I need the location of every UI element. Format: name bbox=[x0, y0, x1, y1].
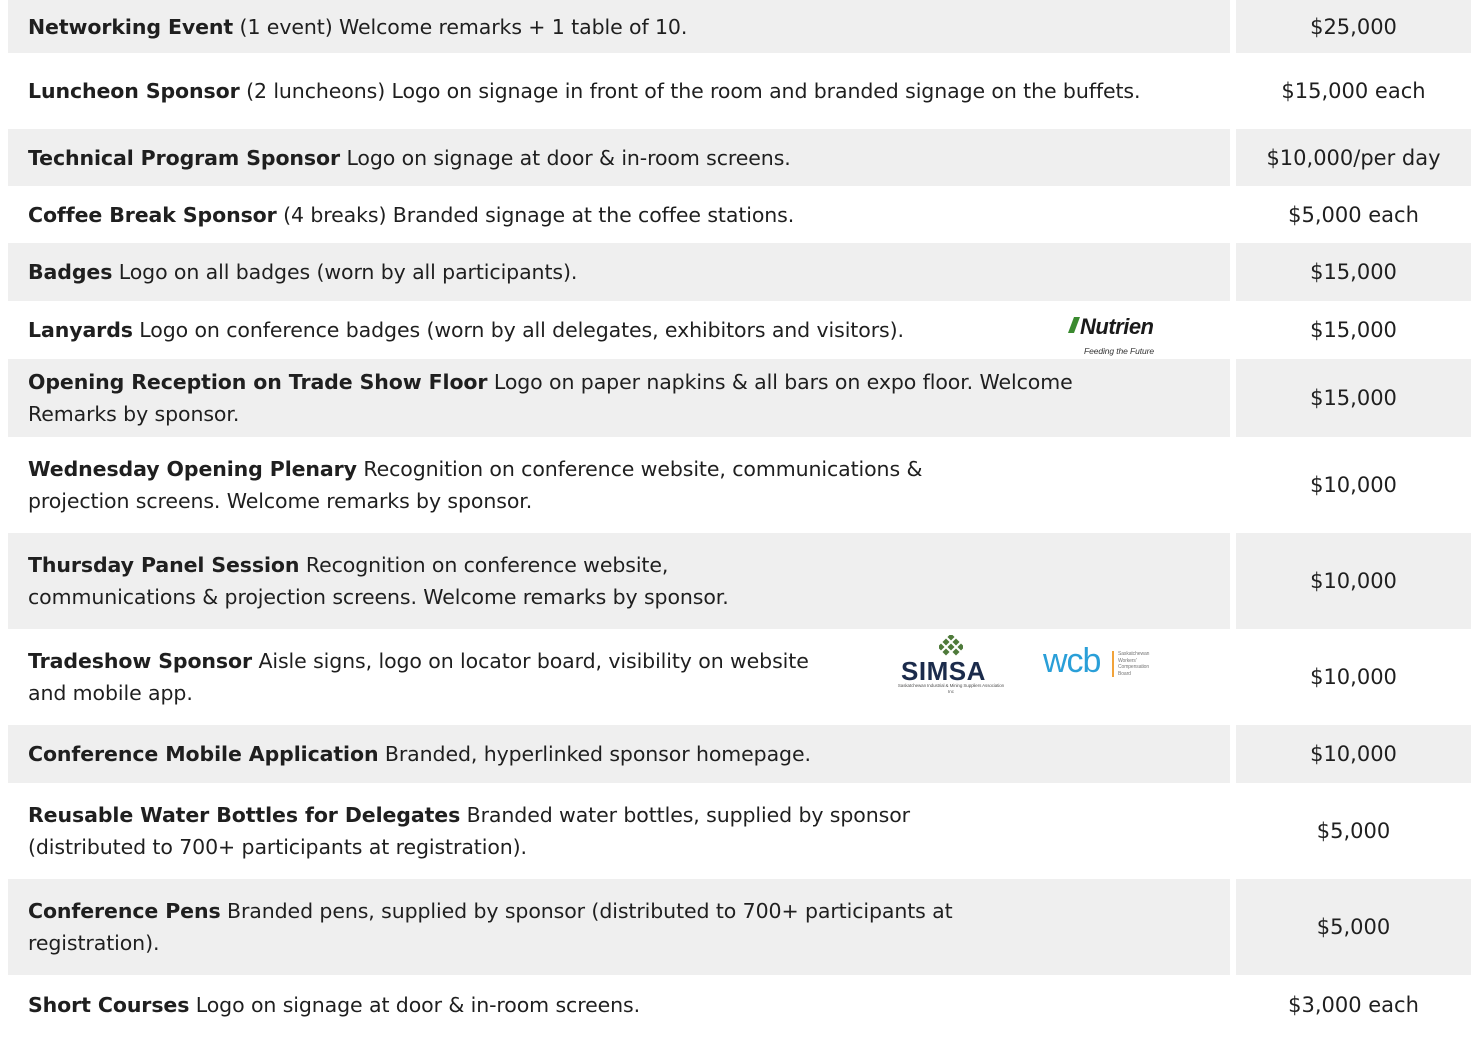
sponsorship-title: Tradeshow Sponsor bbox=[28, 649, 253, 673]
sponsorship-price: $5,000 bbox=[1316, 819, 1391, 843]
sponsorship-description-cell: Badges Logo on all badges (worn by all p… bbox=[8, 243, 1230, 301]
sponsorship-details: Logo on signage at door & in-room screen… bbox=[346, 145, 791, 170]
table-row: Opening Reception on Trade Show Floor Lo… bbox=[8, 359, 1471, 437]
sponsorship-price: $15,000 each bbox=[1281, 79, 1426, 103]
sponsorship-description-cell: Coffee Break Sponsor (4 breaks) Branded … bbox=[8, 186, 1230, 243]
simsa-diamond-icon bbox=[939, 635, 963, 656]
sponsorship-price: $10,000 bbox=[1236, 533, 1471, 629]
sponsorship-details: Logo on conference badges (worn by all d… bbox=[139, 318, 904, 342]
sponsorship-title: Opening Reception on Trade Show Floor bbox=[28, 370, 488, 394]
sponsorship-text: Technical Program Sponsor Logo on signag… bbox=[28, 142, 791, 174]
sponsorship-details: (2 luncheons) Logo on signage in front o… bbox=[246, 79, 1141, 103]
sponsorship-description-cell: Luncheon Sponsor (2 luncheons) Logo on s… bbox=[8, 53, 1230, 129]
sponsorship-title: Thursday Panel Session bbox=[28, 553, 300, 577]
sponsorship-text: Short Courses Logo on signage at door & … bbox=[28, 989, 640, 1021]
sponsorship-title: Reusable Water Bottles for Delegates bbox=[28, 803, 461, 827]
sponsorship-text: Wednesday Opening Plenary Recognition on… bbox=[28, 453, 1008, 517]
table-row: Wednesday Opening Plenary Recognition on… bbox=[8, 437, 1471, 533]
sponsorship-description-cell: Tradeshow Sponsor Aisle signs, logo on l… bbox=[8, 629, 1230, 725]
sponsorship-price: $15,000 bbox=[1236, 359, 1471, 437]
sponsorship-title: Lanyards bbox=[28, 318, 133, 342]
sponsorship-text: Opening Reception on Trade Show Floor Lo… bbox=[28, 366, 1108, 430]
sponsorship-text: Lanyards Logo on conference badges (worn… bbox=[28, 314, 904, 346]
wcb-logo: wcb Saskatchewan Workers' Compensation Bo… bbox=[1043, 642, 1163, 687]
simsa-subtitle: Saskatchewan Industrial & Mining Supplie… bbox=[897, 683, 1005, 694]
sponsorship-details: Logo on signage at door & in-room screen… bbox=[195, 993, 641, 1017]
table-row: Networking Event (1 event) Welcome remar… bbox=[8, 0, 1471, 53]
sponsorship-title: Conference Mobile Application bbox=[28, 742, 379, 766]
table-row: Conference Pens Branded pens, supplied b… bbox=[8, 879, 1471, 975]
table-row: Conference Mobile Application Branded, h… bbox=[8, 725, 1471, 783]
sponsorship-title: Networking Event bbox=[28, 14, 234, 39]
table-row: Tradeshow Sponsor Aisle signs, logo on l… bbox=[8, 629, 1471, 725]
wcb-wordmark: wcb bbox=[1043, 642, 1101, 680]
sponsorship-description-cell: Conference Pens Branded pens, supplied b… bbox=[8, 879, 1230, 975]
sponsorship-title: Luncheon Sponsor bbox=[28, 79, 240, 103]
sponsorship-title: Badges bbox=[28, 260, 113, 284]
sponsorship-price: $10,000 bbox=[1236, 725, 1471, 783]
sponsorship-description-cell: Reusable Water Bottles for Delegates Bra… bbox=[8, 783, 1230, 879]
table-row: Lanyards Logo on conference badges (worn… bbox=[8, 301, 1471, 359]
table-row: Thursday Panel Session Recognition on co… bbox=[8, 533, 1471, 629]
wcb-divider bbox=[1112, 651, 1114, 677]
sponsorship-price: $15,000 bbox=[1236, 243, 1471, 301]
sponsorship-text: Networking Event (1 event) Welcome remar… bbox=[28, 11, 687, 43]
sponsorship-details: (4 breaks) Branded signage at the coffee… bbox=[283, 202, 795, 227]
sponsorship-title: Short Courses bbox=[28, 993, 190, 1017]
sponsorship-text: Conference Mobile Application Branded, h… bbox=[28, 738, 811, 770]
sponsorship-price: $5,000 bbox=[1236, 879, 1471, 975]
sponsorship-price: $10,000/per day bbox=[1236, 129, 1471, 186]
sponsorship-price: $10,000 bbox=[1310, 665, 1397, 689]
sponsorship-description-cell: Conference Mobile Application Branded, h… bbox=[8, 725, 1230, 783]
sponsorship-title: Coffee Break Sponsor bbox=[28, 202, 277, 227]
sponsorship-table: Networking Event (1 event) Welcome remar… bbox=[8, 0, 1471, 1035]
table-row: Technical Program Sponsor Logo on signag… bbox=[8, 129, 1471, 186]
sponsorship-title: Wednesday Opening Plenary bbox=[28, 457, 357, 481]
sponsorship-details: (1 event) Welcome remarks + 1 table of 1… bbox=[239, 14, 688, 39]
sponsorship-text: Coffee Break Sponsor (4 breaks) Branded … bbox=[28, 199, 794, 231]
sponsorship-text: Tradeshow Sponsor Aisle signs, logo on l… bbox=[28, 645, 818, 709]
sponsorship-description-cell: Networking Event (1 event) Welcome remar… bbox=[8, 0, 1230, 53]
table-row: Coffee Break Sponsor (4 breaks) Branded … bbox=[8, 186, 1471, 243]
sponsorship-price: $15,000 bbox=[1310, 318, 1397, 342]
sponsorship-details: Branded, hyperlinked sponsor homepage. bbox=[384, 742, 811, 766]
sponsorship-text: Thursday Panel Session Recognition on co… bbox=[28, 549, 788, 613]
nutrien-logo: Nutrien Feeding the Future bbox=[1058, 311, 1188, 356]
sponsorship-details: Logo on all badges (worn by all particip… bbox=[118, 260, 578, 284]
sponsorship-text: Badges Logo on all badges (worn by all p… bbox=[28, 256, 577, 288]
table-row: Badges Logo on all badges (worn by all p… bbox=[8, 243, 1471, 301]
sponsorship-description-cell: Short Courses Logo on signage at door & … bbox=[8, 975, 1230, 1035]
sponsorship-price: $25,000 bbox=[1236, 0, 1471, 53]
sponsorship-text: Luncheon Sponsor (2 luncheons) Logo on s… bbox=[28, 75, 1141, 107]
simsa-logo: SIMSA Saskatchewan Industrial & Mining Su… bbox=[896, 635, 1006, 695]
sponsorship-price: $5,000 each bbox=[1288, 202, 1419, 227]
sponsorship-description-cell: Opening Reception on Trade Show Floor Lo… bbox=[8, 359, 1230, 437]
sponsorship-title: Technical Program Sponsor bbox=[28, 145, 341, 170]
sponsorship-text: Reusable Water Bottles for Delegates Bra… bbox=[28, 799, 1028, 863]
sponsorship-title: Conference Pens bbox=[28, 899, 221, 923]
wcb-subtitle: Saskatchewan Workers' Compensation Board bbox=[1118, 651, 1150, 677]
table-row: Reusable Water Bottles for Delegates Bra… bbox=[8, 783, 1471, 879]
sponsorship-price: $3,000 each bbox=[1288, 993, 1419, 1017]
table-row: Short Courses Logo on signage at door & … bbox=[8, 975, 1471, 1035]
sponsorship-price: $10,000 bbox=[1310, 473, 1397, 497]
sponsorship-description-cell: Technical Program Sponsor Logo on signag… bbox=[8, 129, 1230, 186]
sponsorship-description-cell: Lanyards Logo on conference badges (worn… bbox=[8, 301, 1230, 359]
sponsorship-description-cell: Thursday Panel Session Recognition on co… bbox=[8, 533, 1230, 629]
table-row: Luncheon Sponsor (2 luncheons) Logo on s… bbox=[8, 53, 1471, 129]
sponsorship-text: Conference Pens Branded pens, supplied b… bbox=[28, 895, 1088, 959]
sponsorship-description-cell: Wednesday Opening Plenary Recognition on… bbox=[8, 437, 1230, 533]
